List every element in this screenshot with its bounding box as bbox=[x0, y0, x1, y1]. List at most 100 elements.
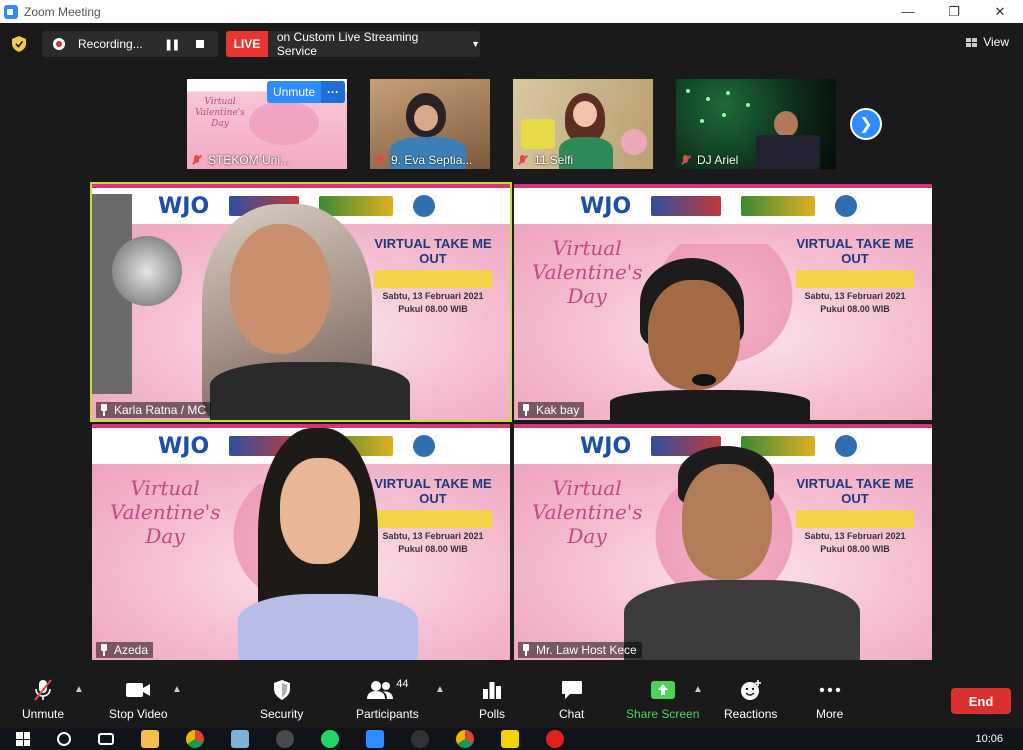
share-options-caret-icon[interactable]: ▲ bbox=[693, 684, 703, 695]
clock: 10:06 bbox=[975, 733, 1003, 745]
live-stream-indicator[interactable]: LIVE on Custom Live Streaming Service ▼ bbox=[226, 30, 480, 58]
valentine-text: Virtual Valentine's Day bbox=[532, 236, 643, 308]
thumbnail-video[interactable]: DJ Ariel bbox=[676, 79, 836, 169]
security-shield-icon bbox=[273, 678, 291, 702]
video-tile[interactable]: WJO Virtual Valentine's Day VIRTUAL TAKE… bbox=[514, 424, 932, 660]
event-subtitle-bar bbox=[796, 270, 914, 288]
video-tile[interactable]: WJO Virtual Valentine's Day VIRTUAL TAKE… bbox=[514, 184, 932, 420]
unmute-button[interactable]: Unmute bbox=[22, 678, 64, 721]
participants-options-caret-icon[interactable]: ▲ bbox=[435, 684, 445, 695]
task-view-icon[interactable] bbox=[98, 733, 114, 745]
video-tile[interactable]: WJO Virtual Valentine's Day VIRTUAL TAKE… bbox=[92, 424, 510, 660]
wjo-logo: WJO bbox=[158, 433, 210, 459]
more-label: More bbox=[816, 707, 844, 721]
reactions-button[interactable]: Reactions bbox=[724, 678, 777, 721]
video-tile-active-speaker[interactable]: WJO VIRTUAL TAKE ME OUT Sabtu, 13 Februa… bbox=[90, 182, 512, 422]
stekom-logo bbox=[741, 196, 816, 216]
polls-button[interactable]: Polls bbox=[479, 678, 505, 721]
share-screen-button[interactable]: Share Screen bbox=[626, 678, 699, 721]
chrome-icon[interactable] bbox=[186, 730, 204, 748]
meeting-controls: Unmute ▲ Stop Video ▲ Security 44 Partic… bbox=[0, 670, 1023, 728]
polls-label: Polls bbox=[479, 707, 506, 721]
event-subtitle-bar bbox=[374, 510, 492, 528]
caret-down-icon[interactable]: ▼ bbox=[471, 39, 480, 49]
security-button[interactable]: Security bbox=[260, 678, 303, 721]
zoom-taskbar-icon[interactable] bbox=[366, 730, 384, 748]
event-date: Sabtu, 13 Februari 2021 bbox=[382, 291, 484, 301]
recording-indicator: Recording... ❚❚ bbox=[42, 31, 218, 57]
live-stream-label: on Custom Live Streaming Service bbox=[276, 30, 419, 58]
mic-muted-icon bbox=[680, 154, 692, 166]
app-icon[interactable] bbox=[231, 730, 249, 748]
event-time: Pukul 08.00 WIB bbox=[820, 304, 890, 314]
zoom-logo-icon bbox=[4, 4, 18, 19]
wjo-logo: WJO bbox=[580, 433, 632, 459]
video-camera-icon bbox=[125, 678, 151, 702]
event-time: Pukul 08.00 WIB bbox=[820, 544, 890, 554]
obs-icon[interactable] bbox=[276, 730, 294, 748]
participant-body bbox=[624, 580, 860, 660]
view-button[interactable]: View bbox=[966, 35, 1009, 49]
plush-toy bbox=[621, 129, 647, 155]
close-icon[interactable]: ✕ bbox=[977, 0, 1023, 23]
stekom-logo bbox=[319, 196, 394, 216]
whatsapp-icon[interactable] bbox=[321, 730, 339, 748]
event-time: Pukul 08.00 WIB bbox=[398, 304, 468, 314]
shield-icon[interactable] bbox=[12, 36, 26, 52]
event-info: VIRTUAL TAKE ME OUT Sabtu, 13 Februari 2… bbox=[790, 236, 920, 314]
party-lights bbox=[686, 89, 690, 93]
mic-muted-icon bbox=[517, 154, 529, 166]
audio-options-caret-icon[interactable]: ▲ bbox=[74, 684, 84, 695]
event-banner-logos: WJO bbox=[514, 184, 932, 224]
next-page-button[interactable]: ❯ bbox=[850, 108, 882, 140]
stop-video-button[interactable]: Stop Video bbox=[109, 678, 168, 721]
sticky-notes-icon[interactable] bbox=[501, 730, 519, 748]
participants-button[interactable]: 44 Participants bbox=[356, 678, 419, 721]
more-button[interactable]: More bbox=[816, 678, 843, 721]
thumbnail-unmute-button[interactable]: Unmute ··· bbox=[267, 81, 346, 103]
windows-start-icon[interactable] bbox=[16, 732, 30, 746]
participant-face bbox=[774, 111, 798, 137]
event-title: VIRTUAL TAKE ME OUT bbox=[796, 236, 914, 266]
heart-graphic bbox=[249, 101, 319, 145]
participants-icon: 44 bbox=[366, 678, 408, 702]
emblem-logo bbox=[413, 435, 436, 457]
pin-icon bbox=[521, 404, 531, 416]
emblem-logo bbox=[835, 435, 858, 457]
more-options-icon[interactable]: ··· bbox=[321, 81, 346, 103]
participant-face bbox=[230, 224, 330, 354]
record-icon bbox=[53, 38, 65, 50]
emblem-logo bbox=[413, 195, 436, 217]
search-icon[interactable] bbox=[57, 732, 71, 746]
opera-icon[interactable] bbox=[546, 730, 564, 748]
thumbnail-video[interactable]: 9. Eva Septia... bbox=[370, 79, 490, 169]
tile-name: Karla Ratna / MC bbox=[96, 402, 212, 418]
unmute-label: Unmute bbox=[22, 707, 65, 721]
tile-name: Azeda bbox=[96, 642, 154, 658]
pin-icon bbox=[99, 404, 109, 416]
file-explorer-icon[interactable] bbox=[141, 730, 159, 748]
video-options-caret-icon[interactable]: ▲ bbox=[172, 684, 182, 695]
end-meeting-button[interactable]: End bbox=[951, 688, 1011, 714]
chrome-icon[interactable] bbox=[456, 730, 474, 748]
participant-body bbox=[610, 390, 810, 420]
event-title: VIRTUAL TAKE ME OUT bbox=[374, 236, 492, 266]
participant-face bbox=[573, 101, 597, 127]
title-bar: Zoom Meeting — ❐ ✕ bbox=[0, 0, 1023, 23]
event-title: VIRTUAL TAKE ME OUT bbox=[374, 476, 492, 506]
minimize-icon[interactable]: — bbox=[885, 0, 931, 23]
pause-recording-icon[interactable]: ❚❚ bbox=[164, 38, 181, 51]
restore-icon[interactable]: ❐ bbox=[931, 0, 977, 23]
thumbnail-name: 11.Selfi bbox=[517, 153, 573, 167]
tile-name: Mr. Law Host Kece bbox=[518, 642, 642, 658]
app-icon[interactable] bbox=[411, 730, 429, 748]
microphone bbox=[112, 236, 182, 306]
thumbnail-video[interactable]: 11.Selfi bbox=[513, 79, 653, 169]
stop-recording-icon[interactable] bbox=[196, 40, 205, 48]
participant-body bbox=[238, 594, 418, 660]
dj-console bbox=[756, 135, 820, 169]
chat-button[interactable]: Chat bbox=[559, 678, 584, 721]
mic-muted-icon bbox=[374, 154, 386, 166]
event-date: Sabtu, 13 Februari 2021 bbox=[804, 531, 906, 541]
wjo-logo: WJO bbox=[580, 193, 632, 219]
